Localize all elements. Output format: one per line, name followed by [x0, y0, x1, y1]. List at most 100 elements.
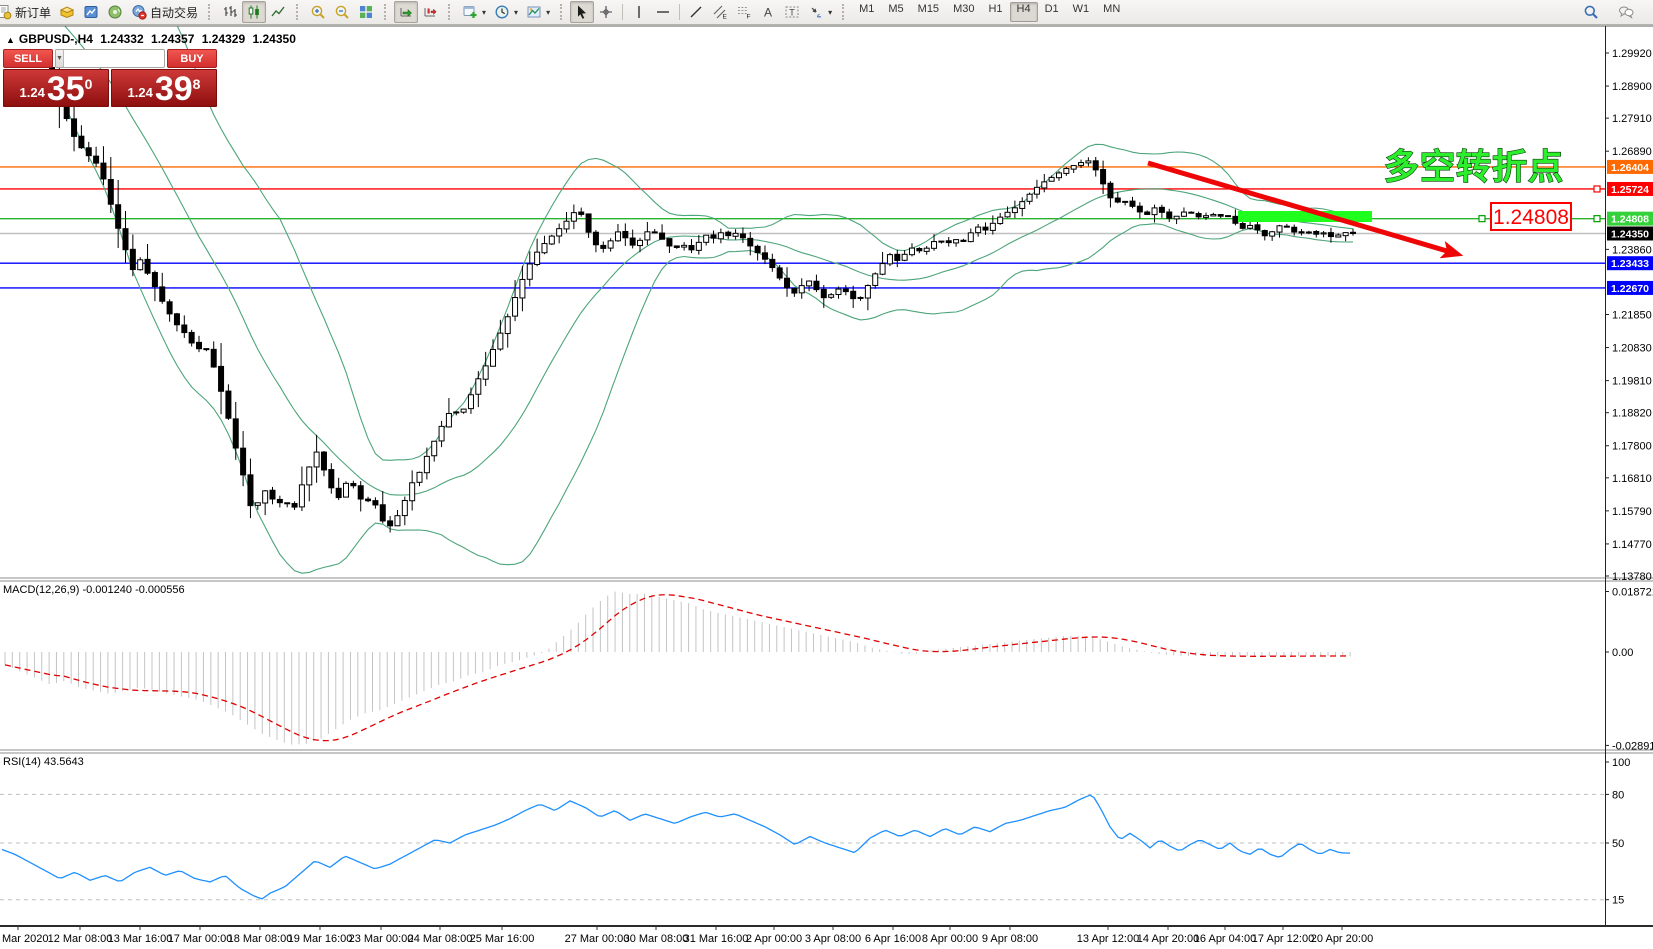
rsi-line: [2, 795, 1350, 899]
timeframe-button-h1[interactable]: H1: [981, 2, 1009, 22]
autotrading-button-label: 自动交易: [150, 4, 198, 21]
ask-big-digits: 39: [155, 74, 193, 104]
arrows-button[interactable]: ▾: [804, 1, 836, 23]
price-tick-label: 1.23860: [1612, 244, 1652, 256]
macd-tick-label: 0.018721: [1612, 587, 1653, 599]
time-tick-label: 3 Apr 08:00: [805, 933, 861, 945]
market-watch-button[interactable]: [55, 1, 79, 23]
zoom-out-button[interactable]: [330, 1, 354, 23]
timeframe-button-m1[interactable]: M1: [852, 2, 881, 22]
template-button[interactable]: ▾: [522, 1, 554, 23]
rsi-label: RSI(14) 43.5643: [3, 756, 84, 768]
toolbar-grip[interactable]: [560, 4, 566, 20]
bid-price-panel[interactable]: 1.24350: [3, 69, 109, 107]
turning-point-annotation[interactable]: 多空转折点: [1384, 148, 1564, 187]
autotrading-button[interactable]: 自动交易: [127, 1, 202, 23]
volume-spinner: ▼ ▲: [55, 49, 165, 68]
toolbar-divider: [622, 4, 623, 20]
search-button[interactable]: [1579, 1, 1603, 23]
market-watch-icon: [59, 4, 75, 20]
line-selection-handle[interactable]: [1479, 216, 1485, 222]
charts-icon: [83, 4, 99, 20]
toolbar-groups: 新订单 自动交易 ▾ ▾ ▾ EFA T ▾: [0, 1, 836, 23]
period-button[interactable]: ▾: [490, 1, 522, 23]
charts-button[interactable]: [79, 1, 103, 23]
time-tick-label: 27 Mar 00:00: [565, 933, 630, 945]
chart-window[interactable]: 1.24808多空转折点1.299201.289001.279101.26890…: [0, 25, 1653, 949]
equidistant-channel-icon: E: [712, 4, 728, 20]
time-tick-label: 8 Apr 00:00: [922, 933, 978, 945]
macd-pane[interactable]: [5, 592, 1350, 745]
candlestick-button[interactable]: [242, 1, 266, 23]
price-callout-text[interactable]: 1.24808: [1493, 206, 1569, 229]
chart-shift-button[interactable]: [418, 1, 442, 23]
timeframe-button-h4[interactable]: H4: [1010, 2, 1038, 22]
autoscroll-button[interactable]: [394, 1, 418, 23]
horizontal-line-button[interactable]: [651, 1, 675, 23]
dropdown-caret-icon[interactable]: ▾: [514, 8, 518, 17]
bar-chart-button[interactable]: [218, 1, 242, 23]
dropdown-caret-icon[interactable]: ▾: [828, 8, 832, 17]
ask-price-panel[interactable]: 1.24398: [111, 69, 217, 107]
ohlc-close: 1.24350: [252, 32, 295, 46]
timeframe-button-m5[interactable]: M5: [881, 2, 910, 22]
rsi-tick-label: 50: [1612, 838, 1624, 850]
support-zone-highlight[interactable]: [1238, 211, 1372, 222]
timeframe-button-m15[interactable]: M15: [911, 2, 946, 22]
candlestick-icon: [246, 4, 262, 20]
price-tick-label: 1.27910: [1612, 113, 1652, 125]
timeframe-button-d1[interactable]: D1: [1038, 2, 1066, 22]
label-button[interactable]: T: [780, 1, 804, 23]
macd-tick-label: 0.00: [1612, 647, 1633, 659]
dropdown-caret-icon[interactable]: ▾: [482, 8, 486, 17]
timeframe-button-mn[interactable]: MN: [1096, 2, 1127, 22]
toolbar-grip[interactable]: [384, 4, 390, 20]
vertical-line-button[interactable]: [627, 1, 651, 23]
bid-big-digits: 35: [47, 74, 85, 104]
crosshair-button[interactable]: [594, 1, 618, 23]
arrows-icon: [808, 4, 824, 20]
time-tick-label: 9 Apr 08:00: [982, 933, 1038, 945]
volume-decrease-button[interactable]: ▼: [56, 50, 64, 67]
toolbar-grip[interactable]: [296, 4, 302, 20]
channel-button[interactable]: E: [708, 1, 732, 23]
line-selection-handle[interactable]: [1594, 216, 1600, 222]
new-chart-button[interactable]: ▾: [458, 1, 490, 23]
tile-windows-button[interactable]: [354, 1, 378, 23]
zoom-in-icon: [310, 4, 326, 20]
timeframe-button-m30[interactable]: M30: [946, 2, 981, 22]
sell-button[interactable]: SELL: [3, 49, 53, 68]
line-chart-icon: [270, 4, 286, 20]
buy-button[interactable]: BUY: [167, 49, 217, 68]
trendline-button[interactable]: [684, 1, 708, 23]
time-tick-label: 19 Mar 16:00: [288, 933, 353, 945]
fibonacci-button[interactable]: F: [732, 1, 756, 23]
text-a-icon: A: [760, 4, 776, 20]
text-button[interactable]: A: [756, 1, 780, 23]
toolbar-grip[interactable]: [448, 4, 454, 20]
volume-input[interactable]: [64, 50, 165, 67]
cursor-button[interactable]: [570, 1, 594, 23]
toolbar-grip[interactable]: [842, 4, 848, 20]
timeframe-button-w1[interactable]: W1: [1066, 2, 1097, 22]
line-selection-handle[interactable]: [1594, 186, 1600, 192]
signals-button[interactable]: [103, 1, 127, 23]
svg-text:T: T: [789, 8, 795, 18]
trendline-icon: [688, 4, 704, 20]
collapse-triangle-icon[interactable]: ▲: [6, 35, 15, 45]
price-tick-label: 1.17800: [1612, 441, 1652, 453]
new-order-button[interactable]: 新订单: [0, 1, 55, 23]
chat-button[interactable]: [1613, 1, 1639, 23]
price-tick-label: 1.26890: [1612, 146, 1652, 158]
price-badge-text: 1.24808: [1611, 214, 1649, 226]
rsi-pane[interactable]: [0, 794, 1605, 899]
price-tick-label: 1.20830: [1612, 343, 1652, 355]
zoom-in-button[interactable]: [306, 1, 330, 23]
ask-pip-digit: 8: [193, 76, 201, 92]
dropdown-caret-icon[interactable]: ▾: [546, 8, 550, 17]
price-badge-text: 1.26404: [1611, 162, 1649, 174]
main-price-pane[interactable]: 1.24808 多空转折点: [0, 25, 1605, 573]
chart-canvas[interactable]: 1.24808多空转折点1.299201.289001.279101.26890…: [0, 25, 1653, 949]
toolbar-grip[interactable]: [208, 4, 214, 20]
line-chart-button[interactable]: [266, 1, 290, 23]
